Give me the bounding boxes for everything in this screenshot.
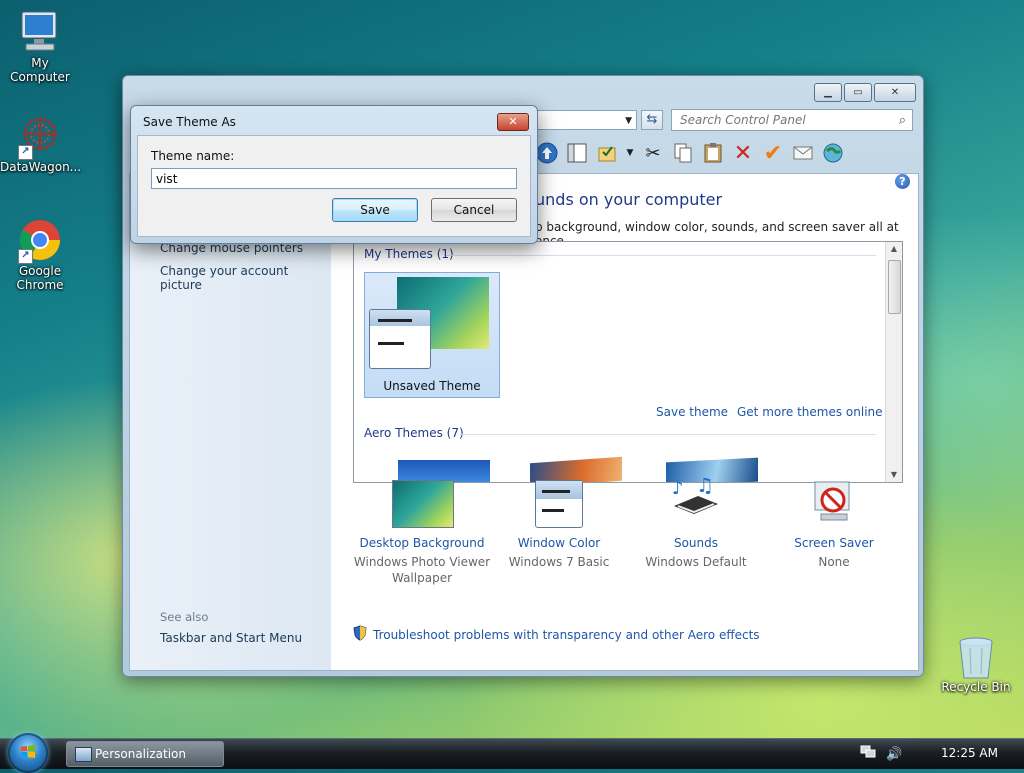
computer-icon [18,10,62,54]
shortcut-arrow-icon: ↗ [18,249,33,264]
desktop-icon-label: Google Chrome [16,264,64,292]
dialog-body: Theme name: Save Cancel [137,135,531,237]
screen-saver-icon [809,478,859,530]
taskbar-button-label: Personalization [95,747,186,761]
scrollbar-thumb[interactable] [888,260,901,314]
folder-check-icon[interactable] [595,141,619,165]
aero-themes-header: Aero Themes (7) [364,426,464,440]
dialog-title: Save Theme As [143,115,236,129]
system-tray: 🔊 [860,739,902,769]
group-divider [460,434,876,435]
volume-icon[interactable]: 🔊 [886,747,902,762]
screen-saver-value: None [818,555,850,569]
scroll-up-icon[interactable]: ▲ [886,242,902,256]
clock[interactable]: 12:25 AM [941,746,998,760]
desktop-icon-my-computer[interactable]: My Computer [0,10,80,84]
recycle-bin-icon [954,634,998,679]
unsaved-theme-tile[interactable]: Unsaved Theme [364,272,500,398]
paste-icon[interactable] [701,141,725,165]
desktop-icon-label: Recycle Bin [941,680,1011,694]
desktop-icon-datawagon[interactable]: ↗ DataWagon... [0,114,82,174]
address-bar[interactable]: n ▼ [523,110,637,130]
globe-icon[interactable] [821,141,845,165]
desktop-background-title: Desktop Background [359,536,485,550]
nav-link-taskbar-start-menu[interactable]: Taskbar and Start Menu [160,631,302,645]
window-color-item[interactable]: Window Color Windows 7 Basic [484,478,634,570]
theme-list: My Themes (1) Unsaved Theme Save theme G… [353,241,903,483]
troubleshoot-link-text: Troubleshoot problems with transparency … [373,627,760,642]
delete-icon[interactable]: ✕ [731,141,755,166]
screen-saver-title: Screen Saver [794,536,874,550]
svg-text:♪: ♪ [672,478,684,499]
cut-icon[interactable]: ✂ [641,141,665,165]
close-button[interactable]: ✕ [874,83,916,102]
sounds-value: Windows Default [645,555,747,569]
sounds-icon: ♪ ♫ [668,473,724,530]
window-color-title: Window Color [517,536,601,550]
unsaved-theme-label: Unsaved Theme [383,379,481,393]
screen-saver-item[interactable]: Screen Saver None [759,478,909,570]
save-button[interactable]: Save [332,198,418,222]
window-controls: ▁ ▭ ✕ [814,83,916,102]
theme-name-label: Theme name: [151,149,235,163]
page-title: unds on your computer [535,190,723,209]
copy-icon[interactable] [671,141,695,165]
taskbar-button-personalization[interactable]: Personalization [66,741,224,767]
shield-icon [353,625,367,644]
check-icon[interactable]: ✔ [761,141,785,166]
toolbar: ▼ ✂ ✕ ✔ [535,138,845,168]
get-more-themes-link[interactable]: Get more themes online [737,405,883,419]
windows-logo-icon [21,745,35,758]
dropdown-arrow-icon[interactable]: ▼ [625,141,635,165]
window-color-icon [535,478,583,530]
theme-window-preview [369,309,431,369]
search-icon[interactable]: ⌕ [899,111,906,131]
taskbar: Personalization 🔊 12:25 AM [0,733,1024,773]
desktop-icon-label: My Computer [10,56,70,84]
refresh-button[interactable]: ⇆ [641,110,663,130]
help-icon[interactable]: ? [895,174,910,189]
desktop-icon-google-chrome[interactable]: ↗ Google Chrome [0,218,80,292]
desktop-background-icon [392,478,454,530]
close-icon: ✕ [508,115,518,128]
mail-icon[interactable] [791,141,815,165]
minimize-button[interactable]: ▁ [814,83,842,102]
search-input[interactable]: Search Control Panel ⌕ [671,109,913,131]
shortcut-arrow-icon: ↗ [18,145,33,160]
group-divider [446,255,876,256]
maximize-button[interactable]: ▭ [844,83,872,102]
desktop-icon-recycle-bin[interactable]: Recycle Bin [936,634,1016,694]
see-also-label: See also [160,610,209,624]
my-themes-header: My Themes (1) [364,247,454,261]
window-color-value: Windows 7 Basic [508,555,610,569]
start-button[interactable] [8,733,48,773]
chevron-down-icon[interactable]: ▼ [625,111,632,131]
sounds-item[interactable]: ♪ ♫ Sounds Windows Default [621,473,771,570]
cancel-button[interactable]: Cancel [431,198,517,222]
panel-view-icon[interactable] [565,141,589,165]
sounds-title: Sounds [673,536,719,550]
desktop-background-item[interactable]: Desktop Background Windows Photo Viewer … [347,478,497,586]
dialog-close-button[interactable]: ✕ [497,113,529,131]
personalization-icon [75,747,92,762]
svg-text:♫: ♫ [696,478,714,497]
save-theme-link[interactable]: Save theme [656,405,728,419]
save-theme-dialog: Save Theme As ✕ Theme name: Save Cancel [130,105,538,244]
nav-link-change-account-picture[interactable]: Change your account picture [160,264,331,292]
datawagon-icon: ↗ [18,114,62,160]
desktop-icon-label: DataWagon... [0,160,82,174]
chrome-icon: ↗ [18,218,62,264]
troubleshoot-link[interactable]: Troubleshoot problems with transparency … [353,625,760,644]
navigation-pane: Change mouse pointers Change your accoun… [130,174,331,670]
vertical-scrollbar[interactable]: ▲ ▼ [885,242,902,482]
refresh-icon: ⇆ [646,112,658,127]
network-icon[interactable] [860,745,876,763]
theme-name-input[interactable] [151,168,517,189]
up-arrow-icon[interactable] [535,141,559,165]
desktop-background-value: Windows Photo Viewer Wallpaper [353,555,491,585]
search-placeholder: Search Control Panel [680,113,806,127]
